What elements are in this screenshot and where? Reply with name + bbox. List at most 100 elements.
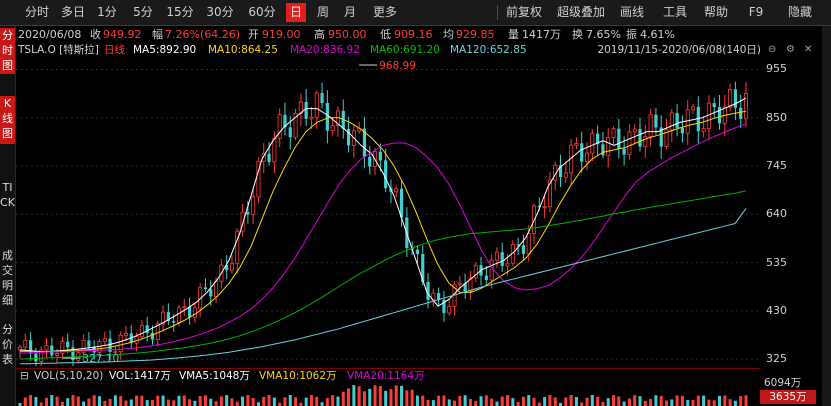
candle-body [192, 307, 197, 318]
candle-body [580, 143, 584, 162]
candle-body [632, 128, 637, 133]
tools-button[interactable]: 工具 [659, 3, 691, 22]
turnover-value: 7.65% [586, 28, 621, 41]
candle-body [505, 262, 510, 267]
volume-bar [527, 395, 531, 406]
volume-bar [177, 395, 181, 406]
tab-15min[interactable]: 15分 [165, 3, 195, 22]
volume-bar [490, 398, 494, 406]
volume-bar [421, 395, 425, 406]
volume-bar [294, 397, 298, 406]
scrollbar[interactable] [822, 26, 831, 406]
tab-60min[interactable]: 60分 [247, 3, 277, 22]
tab-5min[interactable]: 5分 [131, 3, 155, 22]
volume-bar [55, 396, 59, 406]
volume-bar [442, 395, 446, 406]
candle-body [394, 188, 399, 193]
super-overlay-button[interactable]: 超级叠加 [552, 3, 610, 22]
candle-body [648, 114, 653, 138]
volume-bar [590, 395, 594, 406]
tab-tick[interactable]: TICK [0, 180, 15, 244]
vma5-value: VMA5:1048万 [179, 370, 250, 382]
close-icon[interactable]: ✕ [804, 44, 812, 55]
volume-chart[interactable] [16, 383, 760, 406]
volume-bar [34, 397, 38, 406]
volume-bar [574, 397, 578, 406]
candle-body [489, 259, 494, 281]
f9-button[interactable]: F9 [746, 3, 766, 22]
volume-bar [320, 402, 324, 406]
candle-body [728, 88, 733, 108]
volume-bar [283, 397, 287, 406]
volume-bar [357, 386, 361, 406]
volume-bar [347, 388, 351, 406]
volume-bar [601, 402, 605, 406]
volume-bar [569, 395, 573, 406]
volume-bar [124, 400, 128, 406]
volume-bar [203, 395, 207, 406]
adjust-price-button[interactable]: 前复权 [502, 3, 546, 22]
candle-body [585, 152, 590, 162]
volume-bar [484, 395, 488, 406]
quote-date: 2020/06/08 [18, 28, 82, 41]
tab-trade-details[interactable]: 成交明细 [0, 248, 15, 312]
tab-kline-chart[interactable]: K线图 [0, 96, 15, 144]
tab-30min[interactable]: 30分 [205, 3, 235, 22]
volume-bar [506, 395, 510, 406]
volume-bar [23, 397, 27, 406]
volume-toggle-icon[interactable]: ⊟ [20, 369, 29, 384]
volume-bar [633, 395, 637, 406]
volume-bar [44, 397, 48, 406]
draw-line-button[interactable]: 画线 [616, 3, 648, 22]
tab-daily[interactable]: 日 [286, 3, 306, 22]
price-tick-label: 430 [766, 303, 787, 317]
candle-body [102, 338, 107, 342]
kline-type-label: 日线 [104, 44, 125, 56]
volume-bar [108, 398, 112, 406]
vol-value: VOL:1417万 [109, 370, 171, 382]
help-button[interactable]: 帮助 [700, 3, 732, 22]
volume-bar [113, 395, 117, 406]
zoom-out-icon[interactable]: ⊖ [768, 44, 776, 55]
volume-bar [145, 400, 149, 406]
tab-monthly[interactable]: 月 [340, 3, 360, 22]
price-tick-label: 850 [766, 110, 787, 124]
volume-bar [172, 400, 176, 406]
volume-bar [87, 398, 91, 406]
kline-chart[interactable]: 968.99 327.10 [16, 58, 760, 366]
symbol-label: TSLA.O [特斯拉] [18, 44, 99, 56]
candle-body [739, 107, 743, 119]
volume-bar [150, 399, 154, 406]
tab-intraday-chart[interactable]: 分时图 [0, 28, 15, 74]
volume-bar [66, 398, 70, 406]
candle-body [542, 206, 547, 209]
tab-intraday[interactable]: 分时 [24, 3, 50, 22]
volume-bar [532, 397, 536, 406]
date-range-label: 2019/11/15-2020/06/08(140日) [597, 44, 761, 56]
volume-bar [400, 385, 404, 406]
volume-bar [696, 395, 700, 406]
candle-body [654, 114, 658, 128]
ma10-label: MA10:864.25 [208, 44, 278, 56]
settings-icon[interactable]: ⚙ [786, 44, 795, 55]
hide-button[interactable]: 隐藏 [782, 3, 818, 22]
candle-body [415, 249, 420, 255]
volume-bar [251, 397, 255, 406]
candle-body [44, 345, 49, 351]
candle-body [272, 137, 277, 163]
volume-bar [214, 401, 218, 406]
tab-more[interactable]: 更多 [368, 3, 402, 22]
tab-multi-day[interactable]: 多日 [58, 3, 88, 22]
tab-1min[interactable]: 1分 [95, 3, 119, 22]
volume-bar [585, 397, 589, 406]
volume-bar [182, 395, 186, 406]
volume-bar [119, 395, 123, 406]
volume-bar [638, 396, 642, 406]
tab-weekly[interactable]: 周 [313, 3, 333, 22]
volume-bar [521, 396, 525, 406]
volume-bar [707, 399, 711, 406]
volume-value: 1417万 [522, 28, 561, 41]
candle-body [617, 128, 621, 149]
volume-bar [256, 402, 260, 406]
tab-price-table[interactable]: 分价表 [0, 322, 15, 372]
